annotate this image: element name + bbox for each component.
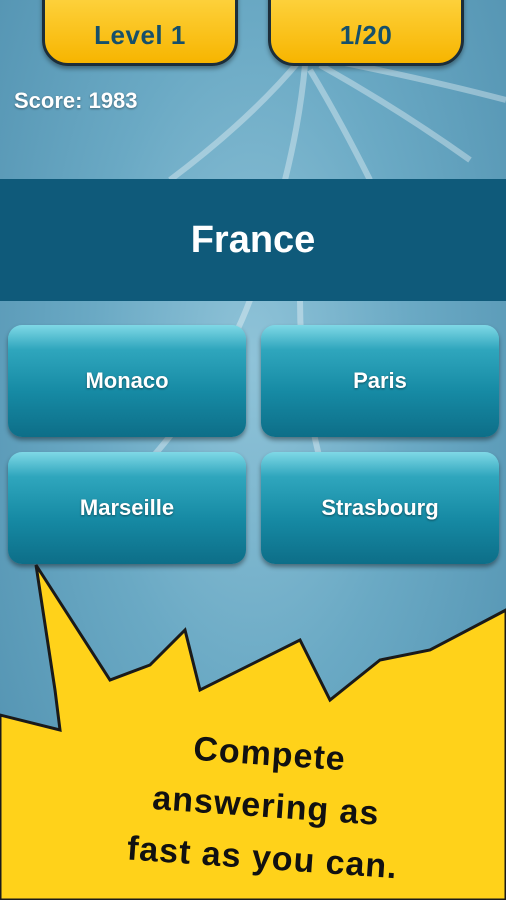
promo-text: Compete answering as fast as you can. [61,714,471,898]
